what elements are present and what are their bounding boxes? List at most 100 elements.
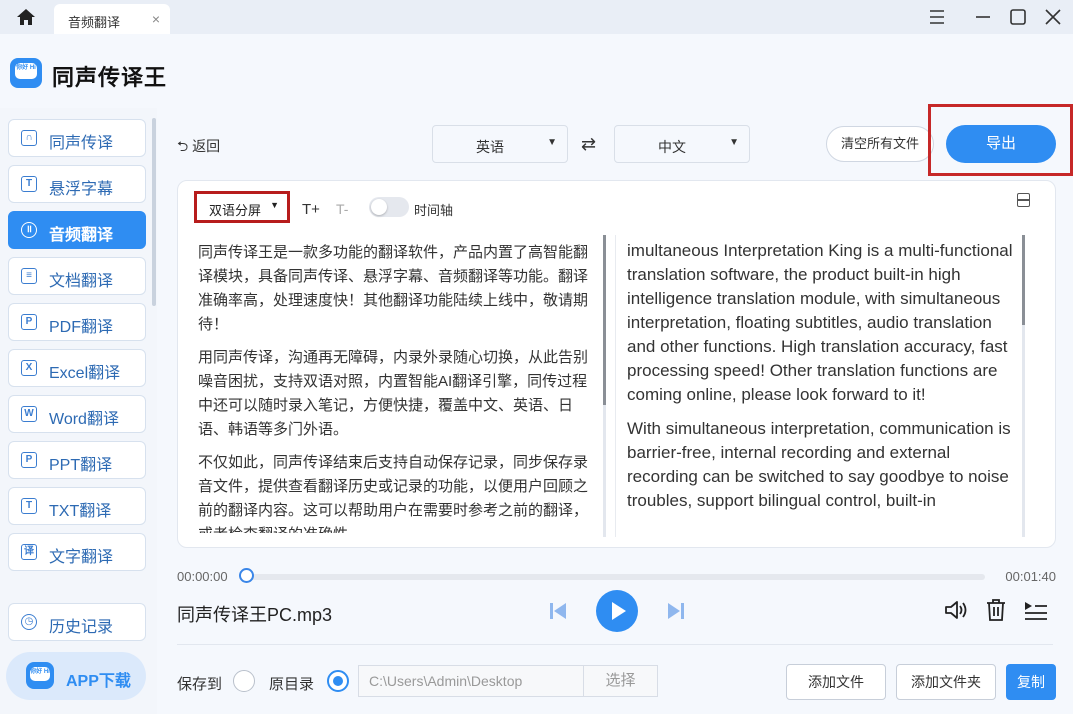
target-language-select[interactable]: 中文 ▼	[614, 125, 750, 163]
logo-bubble: 你好 Hi	[30, 667, 50, 681]
next-icon[interactable]	[665, 600, 687, 622]
txt-icon: T	[21, 498, 37, 514]
title-bar: 音频翻译 ×	[0, 0, 1073, 34]
tab-audio-translation[interactable]: 音频翻译 ×	[54, 4, 170, 34]
display-mode-value: 双语分屏	[209, 203, 262, 218]
app-header: 你好 Hi 同声传译王	[0, 34, 1073, 108]
maximize-icon[interactable]	[1007, 7, 1029, 27]
current-time: 00:00:00	[177, 569, 228, 584]
font-decrease-icon[interactable]: T-	[336, 201, 348, 217]
font-increase-icon[interactable]: T+	[302, 201, 320, 218]
source-paragraph: 同声传译王是一款多功能的翻译软件，产品内置了高智能翻译模块，具备同声传译、悬浮字…	[198, 244, 589, 333]
sidebar-item-floating-subtitle[interactable]: T 悬浮字幕	[8, 165, 146, 203]
sidebar-item-label: PPT翻译	[49, 457, 113, 474]
playlist-icon[interactable]	[1023, 598, 1049, 622]
source-paragraph: 用同声传译，沟通再无障碍，内录外录随心切换，从此告别噪音困扰，支持双语对照，内置…	[198, 349, 589, 438]
add-file-button[interactable]: 添加文件	[786, 664, 886, 700]
menu-icon[interactable]	[926, 7, 948, 27]
target-paragraph: With simultaneous interpretation, commun…	[627, 419, 1011, 510]
sidebar-item-label: 悬浮字幕	[49, 181, 114, 198]
sidebar-item-label: PDF翻译	[49, 319, 114, 336]
close-icon[interactable]: ×	[152, 11, 160, 27]
source-language-value: 英语	[476, 139, 504, 155]
close-window-icon[interactable]	[1042, 7, 1064, 27]
sidebar-item-history[interactable]: ◷ 历史记录	[8, 603, 146, 641]
source-language-select[interactable]: 英语 ▼	[432, 125, 568, 163]
source-paragraph: 不仅如此，同声传译结束后支持自动保存记录，同步保存录音文件，提供查看翻译历史或记…	[198, 454, 589, 533]
back-button[interactable]: ⮌ 返回	[177, 136, 220, 160]
save-to-label: 保存到	[177, 676, 223, 693]
timeline-toggle[interactable]	[369, 197, 409, 217]
chevron-down-icon: ▼	[270, 200, 279, 210]
sidebar-item-txt[interactable]: T TXT翻译	[8, 487, 146, 525]
sidebar-item-pdf[interactable]: P PDF翻译	[8, 303, 146, 341]
minimize-icon[interactable]	[972, 7, 994, 27]
target-scrollbar[interactable]	[1022, 235, 1025, 325]
ppt-icon: P	[21, 452, 37, 468]
sidebar-item-label: 音频翻译	[49, 227, 114, 244]
original-dir-radio[interactable]	[327, 670, 349, 692]
target-text-pane[interactable]: imultaneous Interpretation King is a mul…	[627, 239, 1023, 533]
source-scrollbar[interactable]	[603, 235, 606, 405]
subtitle-icon: T	[21, 176, 37, 192]
sidebar-item-label: Excel翻译	[49, 365, 121, 382]
audio-icon: ॥	[21, 222, 37, 238]
divider	[177, 644, 1053, 645]
sidebar-item-label: TXT翻译	[49, 503, 112, 520]
sidebar-item-simultaneous[interactable]: ∩ 同声传译	[8, 119, 146, 157]
app-download-button[interactable]: 你好 Hi APP下载	[6, 652, 146, 700]
volume-icon[interactable]	[943, 598, 969, 622]
home-icon[interactable]	[16, 8, 36, 26]
excel-icon: X	[21, 360, 37, 376]
logo-bubble: 你好 Hi	[15, 63, 37, 79]
sidebar-item-excel[interactable]: X Excel翻译	[8, 349, 146, 387]
chevron-down-icon: ▼	[729, 137, 739, 148]
translation-card: 双语分屏 ▼ T+ T- 时间轴 同声传译王是一款多功能的翻译软件，产品内置了高…	[177, 180, 1056, 548]
headset-icon: ∩	[21, 130, 37, 146]
save-path-input[interactable]	[358, 665, 584, 697]
export-button[interactable]: 导出	[946, 125, 1056, 163]
back-arrow-icon: ⮌	[177, 138, 189, 154]
sidebar-item-text[interactable]: 译 文字翻译	[8, 533, 146, 571]
main-panel: ⮌ 返回 英语 ▼ ⇄ 中文 ▼ 清空所有文件 导出 双语分屏 ▼ T+ T- …	[157, 104, 1073, 714]
app-logo: 你好 Hi	[10, 58, 42, 88]
swap-languages-icon[interactable]: ⇄	[581, 134, 596, 155]
sidebar-item-label: 文档翻译	[49, 273, 114, 290]
choose-path-button[interactable]: 选择	[583, 665, 658, 697]
text-translate-icon: 译	[21, 544, 37, 560]
display-mode-select[interactable]: 双语分屏 ▼	[194, 191, 290, 223]
clear-all-files-button[interactable]: 清空所有文件	[826, 126, 934, 162]
sidebar-item-label: 文字翻译	[49, 549, 114, 566]
sidebar-item-word[interactable]: W Word翻译	[8, 395, 146, 433]
save-to-radio[interactable]	[233, 670, 255, 692]
sidebar-item-document[interactable]: ≡ 文档翻译	[8, 257, 146, 295]
app-title: 同声传译王	[52, 65, 168, 90]
total-time: 00:01:40	[1005, 569, 1056, 584]
toggle-knob	[371, 199, 387, 215]
chevron-down-icon: ▼	[547, 137, 557, 148]
pdf-icon: P	[21, 314, 37, 330]
sidebar: ∩ 同声传译 T 悬浮字幕 ॥ 音频翻译 ≡ 文档翻译 P PDF翻译 X Ex…	[0, 108, 157, 714]
source-text-pane[interactable]: 同声传译王是一款多功能的翻译软件，产品内置了高智能翻译模块，具备同声传译、悬浮字…	[198, 241, 602, 533]
pane-divider	[615, 235, 616, 537]
tab-label: 音频翻译	[68, 15, 121, 30]
progress-handle[interactable]	[239, 568, 254, 583]
app-logo-icon: 你好 Hi	[26, 662, 54, 689]
sidebar-item-label: 历史记录	[49, 619, 114, 636]
progress-bar[interactable]	[245, 574, 985, 580]
sidebar-item-audio-translation[interactable]: ॥ 音频翻译	[8, 211, 146, 249]
document-icon: ≡	[21, 268, 37, 284]
audio-file-name: 同声传译王PC.mp3	[177, 605, 333, 625]
target-language-value: 中文	[658, 139, 686, 155]
timeline-label: 时间轴	[414, 203, 454, 218]
sidebar-item-label: Word翻译	[49, 411, 119, 428]
sidebar-item-ppt[interactable]: P PPT翻译	[8, 441, 146, 479]
sidebar-scrollbar[interactable]	[152, 118, 156, 306]
copy-button[interactable]: 复制	[1006, 664, 1056, 700]
add-folder-button[interactable]: 添加文件夹	[896, 664, 996, 700]
previous-icon[interactable]	[547, 600, 569, 622]
play-button[interactable]	[596, 590, 638, 632]
trash-icon[interactable]	[985, 598, 1007, 622]
layout-split-icon[interactable]	[1017, 193, 1030, 207]
original-dir-label: 原目录	[269, 676, 315, 693]
